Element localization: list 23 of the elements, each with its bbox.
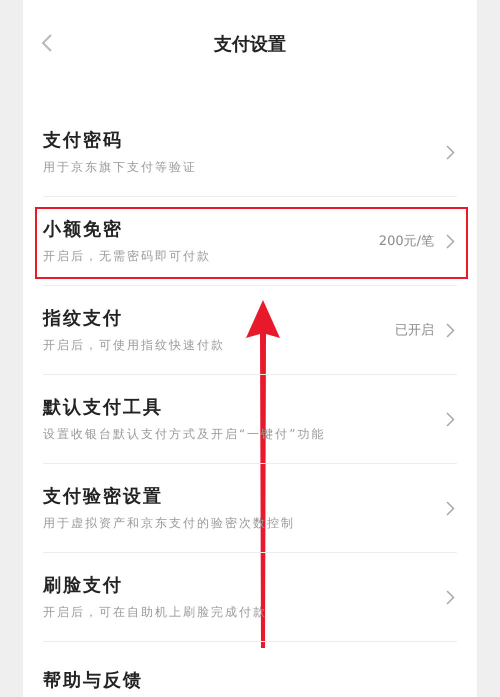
- back-icon[interactable]: [41, 33, 53, 53]
- row-title: 刷脸支付: [43, 574, 124, 597]
- row-title: 默认支付工具: [43, 396, 164, 419]
- page-title: 支付设置: [214, 33, 286, 56]
- settings-row[interactable]: 小额免密 开启后，无需密码即可付款 200元/笔: [43, 197, 457, 286]
- row-title: 指纹支付: [43, 307, 124, 330]
- row-value: 200元/笔: [378, 233, 434, 250]
- row-title: 支付验密设置: [43, 485, 164, 508]
- chevron-icon: [446, 500, 455, 516]
- chevron-icon: [446, 144, 455, 160]
- chevron-icon: [446, 590, 455, 604]
- row-subtitle: 开启后，无需密码即可付款: [43, 248, 212, 265]
- chevron-icon: [446, 234, 455, 248]
- row-subtitle: 用于京东旗下支付等验证: [43, 159, 198, 176]
- settings-row[interactable]: 帮助与反馈: [43, 642, 457, 697]
- row-title: 支付密码: [43, 129, 124, 152]
- chevron-icon: [446, 322, 455, 338]
- settings-row[interactable]: 支付密码 用于京东旗下支付等验证: [43, 108, 457, 197]
- chevron-icon: [446, 412, 455, 426]
- row-title: 小额免密: [43, 218, 124, 241]
- row-value: 已开启: [395, 322, 434, 339]
- row-title: 帮助与反馈: [43, 669, 144, 692]
- row-subtitle: 开启后，可使用指纹快速付款: [43, 337, 226, 354]
